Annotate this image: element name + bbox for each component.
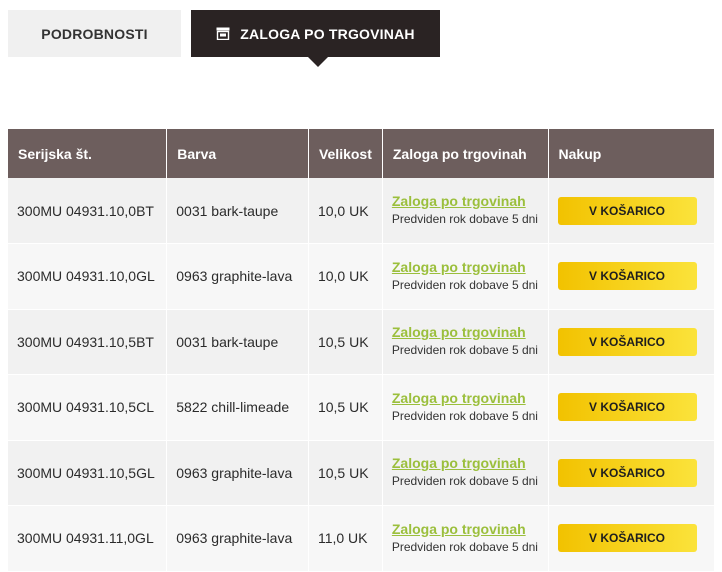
add-to-cart-button[interactable]: V KOŠARICO xyxy=(557,327,697,356)
cell-store-stock: Zaloga po trgovinah Predviden rok dobave… xyxy=(382,440,549,506)
cell-store-stock: Zaloga po trgovinah Predviden rok dobave… xyxy=(382,309,549,375)
cell-color: 0963 graphite-lava xyxy=(166,505,309,572)
cell-serial: 300MU 04931.10,5BT xyxy=(8,309,168,375)
cell-size: 11,0 UK xyxy=(308,505,383,572)
cell-store-stock: Zaloga po trgovinah Predviden rok dobave… xyxy=(382,505,549,572)
table-row: 300MU 04931.10,5CL 5822 chill-limeade 10… xyxy=(8,374,714,441)
cell-buy: V KOŠARICO xyxy=(548,374,714,441)
table-row: 300MU 04931.10,5BT 0031 bark-taupe 10,5 … xyxy=(8,309,714,375)
delivery-estimate: Predviden rok dobave 5 dni xyxy=(391,539,538,554)
cell-buy: V KOŠARICO xyxy=(548,243,714,310)
add-to-cart-button[interactable]: V KOŠARICO xyxy=(557,262,697,291)
table-row: 300MU 04931.10,0GL 0963 graphite-lava 10… xyxy=(8,243,714,310)
add-to-cart-button[interactable]: V KOŠARICO xyxy=(557,524,697,553)
store-stock-link[interactable]: Zaloga po trgovinah xyxy=(392,390,539,407)
add-to-cart-button[interactable]: V KOŠARICO xyxy=(557,393,697,422)
tab-stock-by-store[interactable]: ZALOGA PO TRGOVINAH xyxy=(191,10,440,57)
header-store-stock: Zaloga po trgovinah xyxy=(382,129,549,178)
tab-details-label: PODROBNOSTI xyxy=(41,25,148,42)
table-row: 300MU 04931.10,0BT 0031 bark-taupe 10,0 … xyxy=(8,178,714,244)
cell-color: 0031 bark-taupe xyxy=(166,309,309,375)
cell-buy: V KOŠARICO xyxy=(548,440,714,506)
cell-buy: V KOŠARICO xyxy=(548,178,714,244)
header-size: Velikost xyxy=(308,129,383,178)
cell-serial: 300MU 04931.10,5GL xyxy=(8,440,168,506)
cell-serial: 300MU 04931.10,5CL xyxy=(8,374,168,441)
cell-buy: V KOŠARICO xyxy=(548,309,714,375)
store-icon xyxy=(216,27,230,41)
cell-color: 5822 chill-limeade xyxy=(166,374,309,441)
cell-size: 10,0 UK xyxy=(308,178,383,244)
cell-size: 10,5 UK xyxy=(308,309,383,375)
stock-table: Serijska št. Barva Velikost Zaloga po tr… xyxy=(8,129,714,572)
table-row: 300MU 04931.10,5GL 0963 graphite-lava 10… xyxy=(8,440,714,506)
cell-color: 0963 graphite-lava xyxy=(166,243,309,310)
cell-size: 10,0 UK xyxy=(308,243,383,310)
delivery-estimate: Predviden rok dobave 5 dni xyxy=(391,212,538,226)
cell-buy: V KOŠARICO xyxy=(548,505,714,572)
cell-serial: 300MU 04931.10,0BT xyxy=(8,178,168,244)
cell-color: 0031 bark-taupe xyxy=(166,178,309,244)
store-stock-link[interactable]: Zaloga po trgovinah xyxy=(392,193,539,210)
delivery-estimate: Predviden rok dobave 5 dni xyxy=(391,474,538,489)
cell-store-stock: Zaloga po trgovinah Predviden rok dobave… xyxy=(382,374,549,441)
store-stock-link[interactable]: Zaloga po trgovinah xyxy=(392,455,539,472)
delivery-estimate: Predviden rok dobave 5 dni xyxy=(391,343,538,358)
add-to-cart-button[interactable]: V KOŠARICO xyxy=(557,458,697,487)
cell-size: 10,5 UK xyxy=(308,374,383,441)
cell-serial: 300MU 04931.10,0GL xyxy=(8,243,168,310)
store-stock-link[interactable]: Zaloga po trgovinah xyxy=(392,259,539,276)
store-stock-link[interactable]: Zaloga po trgovinah xyxy=(392,521,539,538)
tab-stock-label: ZALOGA PO TRGOVINAH xyxy=(240,25,415,42)
tab-details[interactable]: PODROBNOSTI xyxy=(8,10,181,57)
add-to-cart-button[interactable]: V KOŠARICO xyxy=(557,196,697,225)
cell-color: 0963 graphite-lava xyxy=(166,440,309,506)
active-tab-indicator xyxy=(308,57,328,67)
store-stock-link[interactable]: Zaloga po trgovinah xyxy=(392,324,539,341)
delivery-estimate: Predviden rok dobave 5 dni xyxy=(391,408,538,423)
cell-store-stock: Zaloga po trgovinah Predviden rok dobave… xyxy=(382,178,549,244)
table-header-row: Serijska št. Barva Velikost Zaloga po tr… xyxy=(8,129,714,178)
delivery-estimate: Predviden rok dobave 5 dni xyxy=(391,277,538,292)
cell-store-stock: Zaloga po trgovinah Predviden rok dobave… xyxy=(382,243,549,310)
tab-bar: PODROBNOSTI ZALOGA PO TRGOVINAH xyxy=(8,10,448,67)
header-color: Barva xyxy=(166,129,309,178)
header-serial: Serijska št. xyxy=(8,129,168,178)
cell-size: 10,5 UK xyxy=(308,440,383,506)
header-buy: Nakup xyxy=(548,129,714,178)
cell-serial: 300MU 04931.11,0GL xyxy=(8,505,168,572)
table-row: 300MU 04931.11,0GL 0963 graphite-lava 11… xyxy=(8,505,714,572)
